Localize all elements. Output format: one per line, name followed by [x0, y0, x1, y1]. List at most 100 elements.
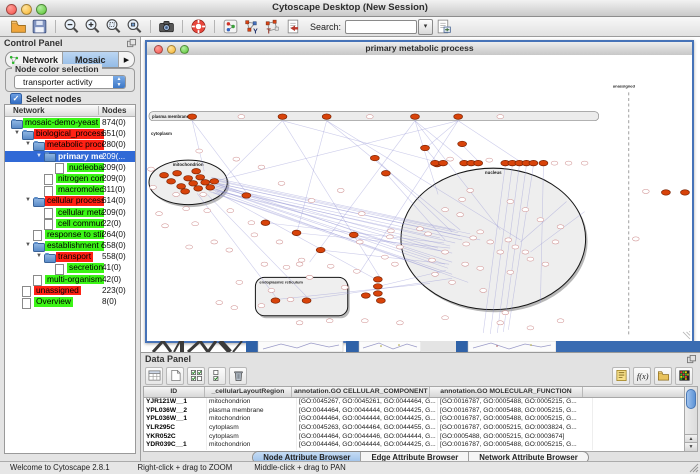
gene-node[interactable] [381, 171, 390, 176]
node-label[interactable] [204, 209, 211, 213]
node-label[interactable] [306, 275, 313, 279]
expander-icon[interactable]: ▼ [36, 153, 42, 159]
tree-row[interactable]: ▼transport558(0) [5, 251, 135, 262]
gene-node[interactable] [261, 220, 270, 225]
node-label[interactable] [268, 288, 275, 292]
node-label[interactable] [552, 240, 559, 244]
edge[interactable] [415, 121, 438, 195]
net-close-button[interactable] [154, 45, 163, 54]
expander-icon[interactable]: ▼ [25, 242, 31, 248]
network-view-window[interactable]: primary metabolic process plasma membran… [145, 40, 694, 343]
float-panel-icon[interactable] [127, 39, 136, 48]
node-label[interactable] [477, 230, 484, 234]
minimize-button[interactable] [21, 4, 32, 15]
snapshot-icon[interactable] [158, 18, 175, 35]
node-label[interactable] [497, 250, 504, 254]
zoom-button[interactable] [36, 4, 47, 15]
delete-attribute-icon[interactable] [229, 367, 247, 385]
node-label[interactable] [632, 237, 639, 241]
node-label[interactable] [298, 258, 305, 262]
tree-row[interactable]: Overview8(0) [5, 296, 135, 307]
search-dropdown-button[interactable]: ▾ [418, 19, 433, 35]
gene-node[interactable] [373, 291, 382, 296]
table-row[interactable]: YDR039C__1mitochondrion[GO:0044464, GO:0… [144, 441, 687, 450]
tree-row[interactable]: unassigned223(0) [5, 285, 135, 296]
open-file-icon[interactable] [10, 18, 27, 35]
gene-node[interactable] [196, 175, 205, 180]
edge[interactable] [415, 121, 464, 161]
scrollbar-thumb[interactable] [686, 389, 696, 409]
color-attribute-select[interactable]: transporter activity ▲▼ [14, 75, 126, 89]
node-label[interactable] [557, 319, 564, 323]
node-label[interactable] [386, 235, 393, 239]
gene-node[interactable] [160, 173, 169, 178]
node-label[interactable] [233, 157, 240, 161]
annotation-icon[interactable] [285, 18, 302, 35]
node-label[interactable] [150, 185, 157, 189]
expander-icon[interactable]: ▼ [14, 130, 20, 136]
import-annotation-icon[interactable] [435, 18, 452, 35]
node-label[interactable] [397, 245, 404, 249]
close-button[interactable] [6, 4, 17, 15]
node-label[interactable] [236, 280, 243, 284]
gene-node[interactable] [177, 184, 186, 189]
gene-node[interactable] [421, 145, 430, 150]
tree-row[interactable]: ▼cellular process614(0) [5, 195, 135, 206]
gene-node[interactable] [474, 160, 483, 165]
table-row[interactable]: YPL036W__2plasma membrane[GO:0044464, GO… [144, 407, 687, 416]
node-label[interactable] [148, 167, 155, 171]
gene-node[interactable] [181, 189, 190, 194]
zoom-selected-icon[interactable] [126, 18, 143, 35]
gene-node[interactable] [439, 160, 448, 165]
node-label[interactable] [397, 321, 404, 325]
edge[interactable] [225, 121, 282, 178]
edge[interactable] [462, 145, 478, 161]
node-label[interactable] [551, 161, 558, 165]
tree-row[interactable]: cellular metabol209(0) [5, 207, 135, 218]
edge[interactable] [206, 181, 438, 248]
gene-node[interactable] [370, 155, 379, 160]
edge-layout-icon[interactable]: T [264, 18, 281, 35]
node-label[interactable] [565, 161, 572, 165]
gene-node[interactable] [411, 114, 420, 119]
node-label[interactable] [227, 209, 234, 213]
tree-row[interactable]: ▼metabolic process280(0) [5, 139, 135, 150]
node-label[interactable] [505, 238, 512, 242]
node-label[interactable] [296, 321, 303, 325]
node-label[interactable] [542, 262, 549, 266]
gene-node[interactable] [454, 114, 463, 119]
gene-node[interactable] [361, 293, 370, 298]
network-canvas[interactable]: plasma membranecytoplasmmitochondrionnuc… [147, 55, 692, 341]
table-row[interactable]: YJR121W__1mitochondrion[GO:0045267, GO:0… [144, 398, 687, 407]
search-input[interactable] [345, 20, 417, 34]
node-label[interactable] [183, 207, 190, 211]
gene-node[interactable] [188, 114, 197, 119]
zoom-out-icon[interactable] [63, 18, 80, 35]
gene-node[interactable] [194, 186, 203, 191]
node-label[interactable] [507, 200, 514, 204]
matrix-icon[interactable] [675, 367, 693, 385]
gene-node[interactable] [192, 168, 201, 173]
gene-node[interactable] [271, 298, 280, 303]
node-label[interactable] [642, 189, 649, 193]
table-header[interactable]: annotation.GO CELLULAR_COMPONENT [292, 387, 430, 397]
node-label[interactable] [258, 165, 265, 169]
gene-node[interactable] [376, 298, 385, 303]
expander-icon[interactable]: ▼ [25, 197, 31, 203]
node-label[interactable] [527, 326, 534, 330]
node-label[interactable] [276, 240, 283, 244]
gene-node[interactable] [661, 190, 670, 195]
open-folder-icon[interactable] [654, 367, 672, 385]
node-label[interactable] [497, 321, 504, 325]
node-label[interactable] [283, 265, 290, 269]
new-attribute-icon[interactable] [166, 367, 184, 385]
tree-row[interactable]: response to stimulu264(0) [5, 229, 135, 240]
node-label[interactable] [211, 240, 218, 244]
tree-row[interactable]: nitrogen compo209(0) [5, 173, 135, 184]
tree-row[interactable]: cell communicat22(0) [5, 218, 135, 229]
node-label[interactable] [457, 213, 464, 217]
tree-row[interactable]: mosaic-demo-yeast874(0) [5, 117, 135, 128]
node-label[interactable] [327, 264, 334, 268]
expander-icon[interactable]: ▼ [36, 253, 42, 259]
unselect-attributes-icon[interactable] [208, 367, 226, 385]
